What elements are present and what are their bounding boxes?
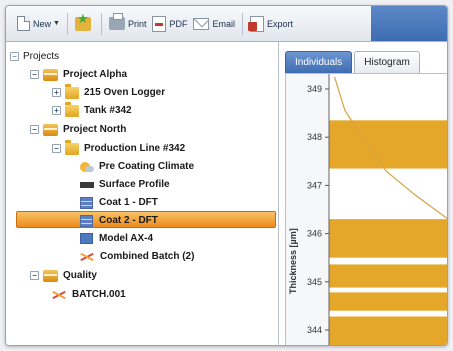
tree-node-label: Project Alpha (63, 69, 128, 80)
tree-node-label: Surface Profile (99, 179, 170, 190)
combined-batch-icon (80, 252, 95, 262)
tree-node-label: Coat 1 - DFT (99, 197, 158, 208)
histogram-chart: 349 348 347 346 345 344 Thickness [µm] (285, 73, 447, 345)
folder-star-icon (74, 11, 91, 31)
tree-node-oven-logger[interactable]: + 215 Oven Logger (52, 83, 166, 101)
chevron-down-icon[interactable]: ▼ (53, 20, 60, 27)
collapse-icon[interactable]: − (30, 125, 39, 134)
y-tick-label: 346 (307, 229, 322, 239)
batch-icon (52, 290, 67, 300)
project-folder-icon (43, 269, 58, 282)
tree-node-project-north[interactable]: − Project North (30, 121, 126, 138)
tree-node-quality[interactable]: − Quality (30, 267, 97, 284)
new-button[interactable]: New ▼ (14, 12, 63, 36)
project-tree: − Projects − Project Alpha + 215 Oven Lo… (6, 42, 279, 345)
export-button[interactable]: Export (247, 12, 296, 36)
toolbar-separator (100, 12, 102, 35)
y-tick-label: 344 (307, 325, 322, 335)
tree-node-model[interactable]: Model AX-4 (80, 230, 153, 247)
tree-node-pre-coating-climate[interactable]: Pre Coating Climate (80, 158, 194, 175)
tree-node-surface-profile[interactable]: Surface Profile (80, 176, 170, 193)
app-window: New ▼ Print PDF Email Export − Proje (5, 5, 448, 346)
histogram-bar-2 (329, 264, 447, 288)
tree-node-label: Production Line #342 (84, 143, 186, 154)
tree-node-coat-2[interactable]: Coat 2 - DFT (80, 212, 158, 229)
histogram-bar-3 (329, 219, 447, 258)
coating-dataset-icon (80, 196, 93, 209)
y-tick-label: 345 (307, 277, 322, 287)
folder-icon (65, 139, 79, 155)
project-folder-icon (43, 68, 58, 81)
histogram-bar-0 (329, 316, 447, 345)
pdf-button-label: PDF (169, 18, 188, 29)
tree-node-coat-1[interactable]: Coat 1 - DFT (80, 194, 158, 211)
tree-node-label: Combined Batch (2) (100, 251, 195, 262)
project-folder-icon (43, 123, 58, 136)
export-button-label: Export (266, 18, 293, 29)
email-icon (193, 17, 210, 30)
histogram-bar-4 (329, 120, 447, 169)
tree-node-production-line[interactable]: − Production Line #342 (52, 139, 186, 157)
tree-node-label: Tank #342 (84, 105, 132, 116)
add-folder-button[interactable] (72, 11, 97, 36)
print-button-label: Print (127, 18, 147, 29)
tree-node-project-alpha[interactable]: − Project Alpha (30, 66, 127, 83)
toolbar-accent-area (371, 6, 447, 41)
tree-node-label: Coat 2 - DFT (99, 215, 158, 226)
pdf-icon (152, 15, 167, 32)
collapse-icon[interactable]: − (30, 70, 39, 79)
new-button-label: New (33, 18, 52, 29)
chart-canvas: 349 348 347 346 345 344 (307, 74, 447, 345)
view-tabs: Individuals Histogram (285, 47, 422, 73)
y-tick-label: 349 (307, 84, 322, 94)
email-button-label: Email (212, 18, 235, 29)
expand-icon[interactable]: + (52, 88, 61, 97)
y-tick-label: 347 (307, 180, 322, 190)
tab-histogram[interactable]: Histogram (354, 51, 420, 73)
tree-node-label: Projects (23, 51, 60, 62)
tree-node-label: 215 Oven Logger (84, 87, 166, 98)
toolbar-separator (66, 12, 68, 35)
tree-node-label: BATCH.001 (72, 289, 126, 300)
gauge-model-icon (80, 233, 93, 244)
tree-node-label: Project North (63, 124, 127, 135)
export-icon (247, 15, 264, 32)
coating-dataset-icon (80, 214, 93, 227)
surface-profile-icon (80, 181, 94, 188)
histogram-bar-1 (329, 292, 447, 311)
email-button[interactable]: Email (190, 12, 238, 36)
tree-node-tank[interactable]: + Tank #342 (52, 101, 132, 119)
collapse-icon[interactable]: − (52, 144, 61, 153)
tree-node-batch-001[interactable]: BATCH.001 (52, 286, 126, 303)
collapse-icon[interactable]: − (30, 271, 39, 280)
new-document-icon (17, 16, 30, 31)
folder-icon (65, 83, 79, 99)
tree-node-projects[interactable]: − Projects (10, 48, 59, 65)
tree-node-combined-batch[interactable]: Combined Batch (2) (80, 248, 194, 265)
y-axis-label: Thickness [µm] (288, 228, 298, 294)
print-button[interactable]: Print (106, 12, 150, 36)
toolbar-separator (241, 12, 243, 35)
toolbar: New ▼ Print PDF Email Export (6, 6, 447, 42)
expand-icon[interactable]: + (52, 106, 61, 115)
printer-icon (108, 13, 125, 30)
tree-node-label: Pre Coating Climate (99, 161, 195, 172)
climate-icon (80, 161, 94, 173)
pdf-button[interactable]: PDF (149, 12, 190, 36)
folder-icon (65, 101, 79, 117)
y-tick-label: 348 (307, 132, 322, 142)
tab-individuals[interactable]: Individuals (285, 51, 353, 73)
tree-node-label: Model AX-4 (99, 233, 154, 244)
collapse-icon[interactable]: − (10, 52, 19, 61)
tree-node-label: Quality (63, 270, 97, 281)
